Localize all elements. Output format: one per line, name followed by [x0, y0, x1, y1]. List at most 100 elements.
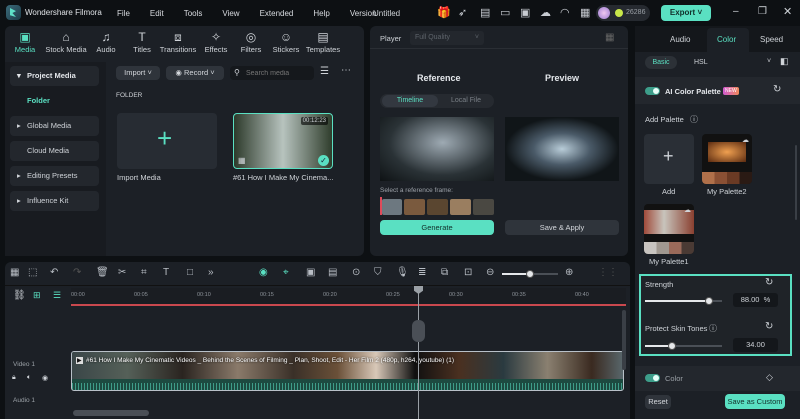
menu-view[interactable]: View — [222, 9, 239, 18]
zoom-in-icon[interactable]: ⊕ — [565, 267, 573, 278]
subtab-basic[interactable]: Basic — [645, 56, 677, 69]
lock-icon[interactable]: 🔒︎ — [12, 374, 16, 382]
keyframe-icon[interactable]: ◇ — [766, 372, 773, 383]
menu-file[interactable]: File — [117, 9, 130, 18]
filter-icon[interactable]: ☰ — [320, 66, 329, 77]
cut-icon[interactable]: ✂ — [118, 267, 126, 278]
generate-button[interactable]: Generate — [380, 220, 494, 235]
media-clip-thumbnail[interactable]: 00:12:23 ▦ ✓ — [233, 113, 333, 169]
minimize-icon[interactable]: – — [733, 6, 739, 17]
speed-icon[interactable]: ⊙ — [352, 267, 360, 278]
sidebar-item-project-media[interactable]: ▾ Project Media — [10, 66, 99, 86]
strength-slider[interactable] — [645, 297, 722, 305]
task-icon[interactable]: ▤ — [480, 6, 490, 19]
eye-icon[interactable]: ◉ — [42, 374, 48, 382]
more-tools-icon[interactable]: » — [208, 267, 214, 278]
gift-icon[interactable]: 🎁 — [437, 6, 451, 19]
playhead[interactable] — [418, 287, 419, 419]
playhead-scissor-handle[interactable] — [412, 320, 425, 342]
info-icon[interactable]: ⓘ — [709, 323, 717, 334]
video-clip[interactable]: ▶ #61 How I Make My Cinematic Videos _ B… — [71, 351, 624, 391]
sidebar-item-global-media[interactable]: ▸ Global Media — [10, 116, 99, 136]
record-dropdown[interactable]: ◉ Record ˅ — [166, 66, 224, 80]
grid-icon[interactable]: ▦ — [580, 6, 590, 19]
frame-thumbnail[interactable] — [427, 199, 448, 215]
shield-icon[interactable]: ⛉ — [374, 267, 382, 278]
sidebar-item-folder[interactable]: Folder — [10, 91, 99, 111]
menu-help[interactable]: Help — [313, 9, 329, 18]
toolbar-titles[interactable]: T Titles — [133, 30, 151, 54]
zoom-out-icon[interactable]: ⊖ — [486, 267, 494, 278]
protect-skin-input[interactable]: 34.00 — [733, 338, 778, 352]
export-button[interactable]: Export ˅ — [661, 5, 711, 21]
avatar[interactable] — [598, 7, 610, 19]
palette-card[interactable]: ☁ — [644, 204, 694, 254]
grip-icon[interactable]: ⋮⋮ — [598, 267, 618, 278]
layout-icon[interactable]: ▦ — [605, 32, 614, 43]
link-icon[interactable]: ⛓ — [13, 290, 26, 301]
more-icon[interactable]: ⋯ — [341, 65, 351, 76]
timeline-zoom-slider[interactable] — [502, 270, 558, 278]
color-toggle[interactable] — [645, 374, 660, 382]
toolbar-transitions[interactable]: ⧈ Transitions — [160, 30, 196, 54]
chevron-down-icon[interactable]: ˅ — [767, 58, 771, 65]
menu-extended[interactable]: Extended — [260, 9, 294, 18]
add-palette-button[interactable]: + — [644, 134, 694, 184]
shape-icon[interactable]: □ — [187, 267, 193, 278]
toolbar-effects[interactable]: ✧ Effects — [205, 30, 228, 54]
sidebar-item-influence-kit[interactable]: ▸ Influence Kit — [10, 191, 99, 211]
toolbar-media[interactable]: ▣ Media — [15, 30, 35, 54]
text-icon[interactable]: T — [163, 267, 169, 278]
frame-thumbnail[interactable] — [404, 199, 425, 215]
fit-icon[interactable]: ⊡ — [464, 267, 472, 278]
layout-icon[interactable]: ▦ — [10, 267, 19, 278]
mute-icon[interactable]: 🔈︎ — [27, 374, 31, 382]
tab-timeline[interactable]: Timeline — [382, 95, 438, 107]
tab-color[interactable]: Color — [707, 28, 749, 52]
frame-marker[interactable] — [380, 197, 382, 215]
close-icon[interactable]: ✕ — [783, 5, 792, 18]
tab-audio[interactable]: Audio — [670, 35, 690, 44]
timeline-vertical-scrollbar[interactable] — [622, 310, 626, 370]
toolbar-templates[interactable]: ▤ Templates — [306, 30, 340, 54]
quality-dropdown[interactable]: Full Quality ˅ — [410, 31, 484, 45]
tab-speed[interactable]: Speed — [760, 35, 783, 44]
timeline-horizontal-scrollbar[interactable] — [73, 410, 149, 416]
search-input[interactable] — [246, 67, 312, 79]
frame-thumbnail[interactable] — [450, 199, 471, 215]
ai-icon[interactable]: ◉ — [259, 267, 268, 278]
cloud-upload-icon[interactable]: ☁ — [742, 136, 749, 144]
menu-edit[interactable]: Edit — [150, 9, 164, 18]
microphone-icon[interactable]: 🎙 — [396, 267, 409, 278]
credits-pill[interactable]: 26286 — [596, 5, 650, 21]
headset-icon[interactable]: ◠ — [560, 6, 570, 19]
reference-frame-strip[interactable] — [380, 197, 494, 215]
menu-tools[interactable]: Tools — [184, 9, 203, 18]
toolbar-stickers[interactable]: ☺ Stickers — [273, 30, 300, 54]
compare-icon[interactable]: ◧ — [780, 56, 789, 67]
audio-mix-icon[interactable]: ≣ — [418, 267, 426, 278]
restore-icon[interactable]: ❐ — [758, 6, 767, 17]
search-box[interactable]: ⚲ — [230, 66, 314, 80]
frame-thumbnail[interactable] — [473, 199, 494, 215]
info-icon[interactable]: ⓘ — [690, 114, 698, 125]
ai-palette-toggle[interactable] — [645, 87, 660, 95]
add-track-icon[interactable]: ⊞ — [33, 290, 41, 301]
tab-local-file[interactable]: Local File — [440, 95, 492, 107]
palette-card[interactable]: ☁ — [702, 134, 752, 184]
replace-icon[interactable]: ⧉ — [441, 267, 448, 278]
save-apply-button[interactable]: Save & Apply — [505, 220, 619, 235]
track-layout-icon[interactable]: ☰ — [53, 290, 61, 301]
select-tool-icon[interactable]: ⬚ — [28, 267, 37, 278]
reset-icon[interactable]: ↻ — [765, 277, 773, 288]
detect-icon[interactable]: ▣ — [306, 267, 315, 278]
scrollbar[interactable] — [795, 145, 797, 220]
frame-thumbnail[interactable] — [382, 199, 402, 215]
monitor-icon[interactable]: ▭ — [500, 6, 510, 19]
save-icon[interactable]: ▣ — [520, 6, 530, 19]
reset-icon[interactable]: ↻ — [773, 84, 781, 95]
reset-icon[interactable]: ↻ — [765, 321, 773, 332]
rocket-icon[interactable]: ➶ — [458, 6, 467, 19]
import-media-tile[interactable]: + — [117, 113, 217, 169]
toolbar-filters[interactable]: ◎ Filters — [241, 30, 261, 54]
